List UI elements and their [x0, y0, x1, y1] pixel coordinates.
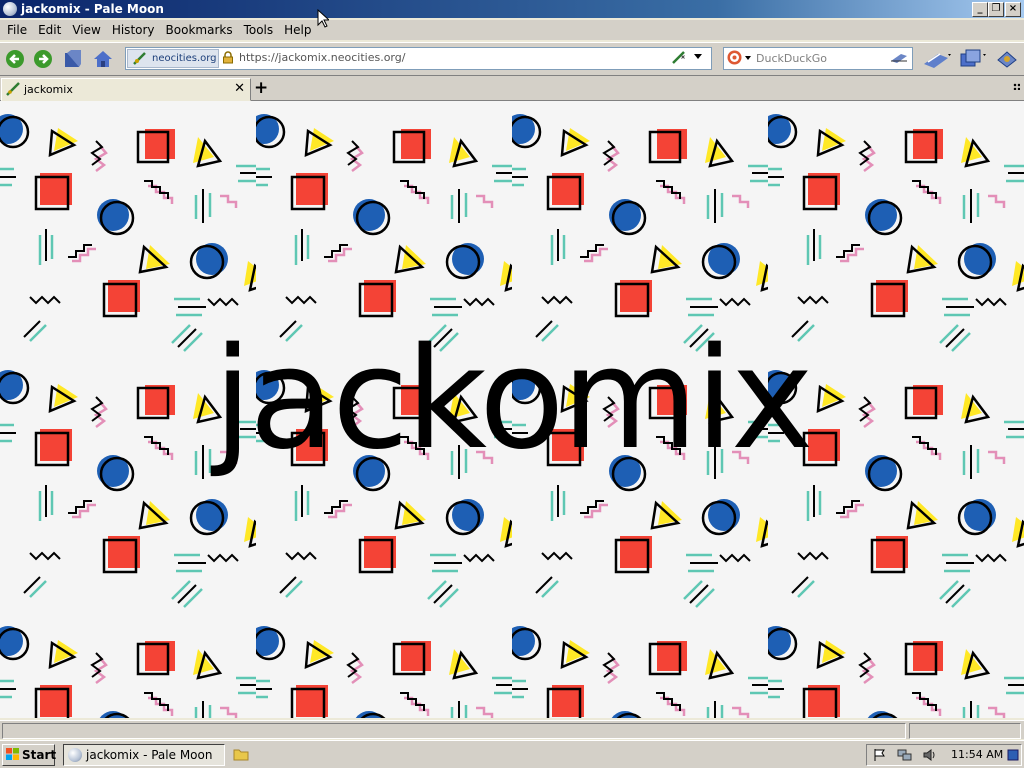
mouse-cursor-icon [317, 9, 329, 28]
tab-jackomix[interactable]: jackomix ✕ [1, 78, 251, 101]
pale-moon-icon [3, 2, 17, 16]
start-button[interactable]: Start [2, 744, 57, 766]
search-input[interactable]: DuckDuckGo [756, 52, 827, 65]
title-bar: jackomix - Pale Moon _ ❐ × [0, 0, 1024, 18]
system-tray: 11:54 AM [866, 744, 1022, 766]
status-aux-pane [909, 723, 1021, 739]
site-heading: jackomix [213, 318, 814, 481]
tab-close-icon[interactable]: ✕ [234, 81, 245, 96]
tab-strip: jackomix ✕ + [0, 76, 1024, 101]
menu-file[interactable]: File [0, 20, 31, 37]
show-desktop-icon[interactable] [1007, 749, 1019, 761]
home-icon[interactable] [92, 48, 114, 70]
network-icon[interactable] [897, 748, 913, 762]
minimize-button[interactable]: _ [972, 2, 988, 17]
status-text-pane [2, 723, 906, 739]
menu-tools[interactable]: Tools [237, 20, 278, 37]
menu-help[interactable]: Help [277, 20, 315, 37]
window-title: jackomix - Pale Moon [21, 2, 164, 16]
menu-bar: File Edit View History Bookmarks Tools Help [0, 20, 1024, 40]
window-manager-icon[interactable] [958, 48, 990, 70]
duckduckgo-icon [727, 50, 742, 65]
menu-edit[interactable]: Edit [31, 20, 65, 37]
search-bar[interactable]: DuckDuckGo [723, 47, 913, 70]
folder-icon[interactable] [233, 747, 249, 761]
menu-bookmarks[interactable]: Bookmarks [159, 20, 237, 37]
page-content: jackomix [0, 101, 1024, 718]
close-button[interactable]: × [1005, 2, 1021, 17]
pale-moon-icon [68, 748, 82, 762]
menu-history[interactable]: History [105, 20, 159, 37]
lock-icon [223, 51, 233, 64]
favicon-icon [6, 82, 20, 96]
flag-icon[interactable] [873, 748, 887, 762]
tab-list-icon[interactable] [1013, 83, 1020, 90]
new-tab-button[interactable]: + [254, 78, 268, 98]
neocities-icon [133, 52, 146, 65]
menu-view[interactable]: View [65, 20, 104, 37]
url-text: https://jackomix.neocities.org/ [239, 51, 406, 64]
back-arrow-icon[interactable] [4, 48, 26, 70]
downloads-icon[interactable] [922, 48, 954, 70]
restore-button[interactable]: ❐ [988, 2, 1004, 17]
forward-arrow-icon[interactable] [32, 48, 54, 70]
site-identity-button[interactable]: neocities.org [127, 49, 219, 68]
clock: 11:54 AM [951, 748, 1004, 761]
bookmark-star-icon[interactable] [671, 50, 687, 65]
taskbar-button-label: jackomix - Pale Moon [86, 748, 213, 762]
taskbar-button-pale-moon[interactable]: jackomix - Pale Moon [63, 744, 225, 766]
url-dropdown-icon[interactable] [694, 54, 702, 59]
reload-icon[interactable] [62, 48, 84, 70]
volume-icon[interactable] [923, 748, 937, 762]
windows-logo-icon [6, 748, 19, 760]
taskbar: Start jackomix - Pale Moon 11:54 AM [0, 740, 1024, 768]
start-label: Start [22, 748, 57, 762]
status-bar [0, 720, 1024, 739]
identity-label: neocities.org [152, 53, 217, 64]
tab-label: jackomix [24, 83, 73, 96]
add-ons-icon[interactable] [995, 48, 1021, 70]
url-bar[interactable]: neocities.org https://jackomix.neocities… [125, 47, 712, 70]
search-go-icon[interactable] [890, 50, 908, 65]
search-engine-dropdown-icon[interactable] [745, 56, 751, 60]
